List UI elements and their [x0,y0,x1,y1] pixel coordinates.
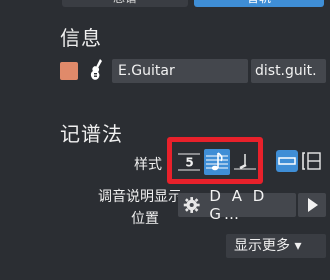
play-icon [308,198,318,212]
panel-tabs: 总谱 音轨 [0,0,330,8]
tab-score[interactable]: 总谱 [62,0,188,7]
notation-style-toggle-group: 5 [176,147,260,177]
tab-notation-button[interactable]: 5 [176,149,202,175]
gear-icon [183,197,200,213]
tuning-label-line1: 调音说明显示 [98,189,182,205]
tuning-display-label: 调音说明显示 位置 [98,186,182,230]
notation-style-label: 样式 [134,157,162,173]
standard-notation-button[interactable] [204,149,230,175]
staff-line-toggle-button[interactable] [276,150,298,172]
bracket-icon [302,152,321,170]
track-name-field[interactable]: E.Guitar [112,59,248,83]
tuning-value: D A D G… [209,187,268,223]
slash-notation-button[interactable] [232,149,258,175]
bracket-toggle-button[interactable] [300,150,324,172]
track-color-swatch[interactable] [60,62,78,80]
staff-note-icon [206,152,228,171]
tab-track[interactable]: 音轨 [194,0,324,7]
show-more-button[interactable]: 显示更多 ▾ [226,234,326,258]
info-section-title: 信息 [60,26,102,50]
tuning-selector[interactable]: D A D G… [178,187,296,223]
electric-guitar-icon[interactable] [88,58,106,82]
staff-lines-icon [278,157,296,165]
tab-5-icon: 5 [178,153,200,171]
notation-section-title: 记谱法 [60,122,123,146]
track-inspector-panel: 总谱 音轨 信息 E.Guitar dist.guit. 记谱法 样式 5 [0,0,330,280]
track-abbreviation-field[interactable]: dist.guit. [251,59,326,83]
tuning-label-line2: 位置 [131,211,159,227]
slash-note-icon [234,154,256,170]
svg-text:5: 5 [185,156,193,170]
tuning-play-button[interactable] [298,193,326,217]
